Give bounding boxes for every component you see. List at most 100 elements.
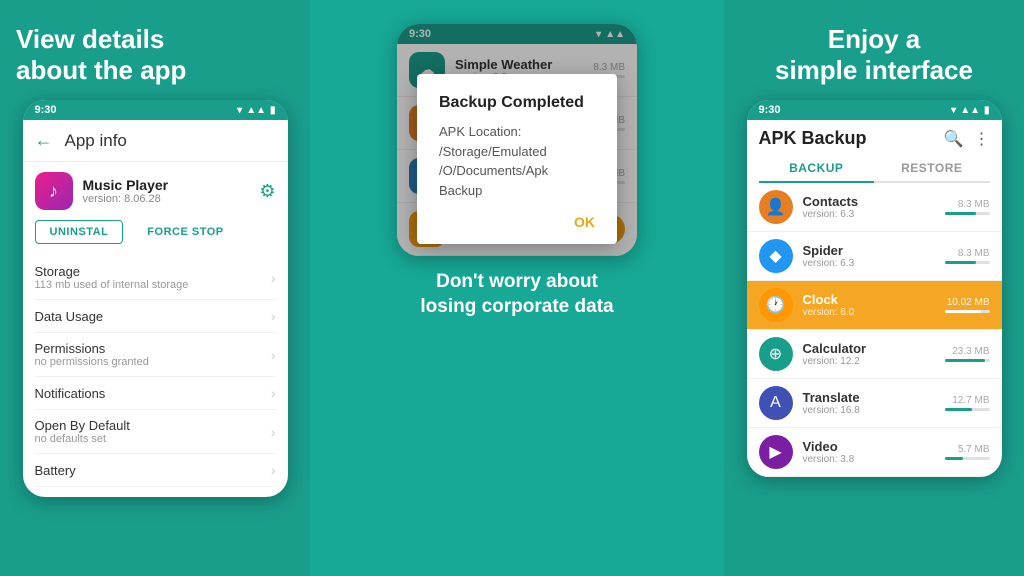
right-status-icons: ▾ ▲▲ ▮ [951,105,989,116]
more-options-icon[interactable]: ⋮ [974,129,990,149]
backup-icon: ◆ [759,239,793,273]
size-bar-wrap: 5.7 MB [945,444,990,460]
mini-bar [945,310,990,313]
app-version: version: 8.06.28 [83,193,169,205]
tab-bar: BACKUP RESTORE [759,155,990,183]
right-signal-icon: ▲▲ [960,105,980,116]
size-bar-wrap: 8.3 MB [945,199,990,215]
dialog-body: APK Location: /Storage/Emulated /O/Docum… [439,122,595,200]
info-row[interactable]: Storage 113 mb used of internal storage … [35,256,276,300]
mini-bar [945,408,990,411]
backup-info: Translate version: 16.8 [803,390,935,416]
wifi-icon: ▾ [237,105,242,116]
backup-icon: 👤 [759,190,793,224]
backup-info: Spider version: 6.3 [803,243,935,269]
size-label: 8.3 MB [945,248,990,259]
app-info-title: App info [65,131,127,151]
info-label: Notifications [35,386,106,401]
info-rows: Storage 113 mb used of internal storage … [35,256,276,487]
app-info-content: ♪ Music Player version: 8.06.28 ⚙ UNINST… [23,162,288,497]
info-label: Battery [35,463,76,478]
size-bar-wrap: 23.3 MB [945,346,990,362]
backup-info: Video version: 3.8 [803,439,935,465]
right-headline: Enjoy a simple interface [740,24,1008,86]
backup-version: version: 16.8 [803,405,935,416]
settings-icon[interactable]: ⚙ [259,181,275,202]
backup-item[interactable]: A Translate version: 16.8 12.7 MB [747,379,1002,428]
middle-top-line: Don't worry about [420,270,613,295]
info-label: Permissions [35,341,149,356]
info-row[interactable]: Battery › [35,454,276,487]
info-row[interactable]: Notifications › [35,377,276,410]
info-label: Storage [35,264,189,279]
backup-item[interactable]: ▶ Video version: 3.8 5.7 MB [747,428,1002,477]
battery-icon: ▮ [270,105,276,116]
mini-bar-fill [945,261,977,264]
left-status-bar: 9:30 ▾ ▲▲ ▮ [23,100,288,120]
app-name-block: Music Player version: 8.06.28 [83,177,169,205]
left-section: View details about the app 9:30 ▾ ▲▲ ▮ ←… [0,0,310,576]
backup-name: Calculator [803,341,935,356]
size-bar-wrap: 10.02 MB [945,297,990,313]
size-bar-wrap: 12.7 MB [945,395,990,411]
backup-version: version: 6.0 [803,307,935,318]
backup-version: version: 6.3 [803,258,935,269]
mini-bar-fill [945,310,981,313]
info-row-content: Notifications [35,386,106,401]
backup-icon: ⊕ [759,337,793,371]
backup-item[interactable]: ◆ Spider version: 6.3 8.3 MB [747,232,1002,281]
right-wifi-icon: ▾ [951,105,956,116]
app-row: ♪ Music Player version: 8.06.28 ⚙ [35,172,276,210]
info-sub: 113 mb used of internal storage [35,279,189,291]
backup-version: version: 6.3 [803,209,935,220]
right-phone: 9:30 ▾ ▲▲ ▮ APK Backup 🔍 ⋮ BACKUP RESTOR… [747,100,1002,477]
mini-bar [945,457,990,460]
middle-bottom-line: losing corporate data [420,295,613,320]
info-row[interactable]: Open By Default no defaults set › [35,410,276,454]
chevron-right-icon: › [271,308,276,324]
backup-item[interactable]: 🕐 Clock version: 6.0 10.02 MB [747,281,1002,330]
backup-item[interactable]: ⊕ Calculator version: 12.2 23.3 MB [747,330,1002,379]
dialog-overlay: Backup Completed APK Location: /Storage/… [397,24,637,256]
tab-restore[interactable]: RESTORE [874,155,990,181]
size-label: 12.7 MB [945,395,990,406]
backup-name: Translate [803,390,935,405]
left-status-icons: ▾ ▲▲ ▮ [237,105,275,116]
signal-icon: ▲▲ [246,105,266,116]
info-row[interactable]: Data Usage › [35,300,276,333]
tab-backup[interactable]: BACKUP [759,155,875,183]
back-button[interactable]: ← [35,130,53,151]
backup-info: Contacts version: 6.3 [803,194,935,220]
info-row-content: Data Usage [35,309,104,324]
info-sub: no defaults set [35,433,130,445]
force-stop-button[interactable]: FORCE STOP [133,220,237,244]
info-row-content: Battery [35,463,76,478]
apk-title-row: APK Backup 🔍 ⋮ [759,128,990,149]
size-label: 5.7 MB [945,444,990,455]
size-label: 8.3 MB [945,199,990,210]
mini-bar-fill [945,212,977,215]
app-info-header: ← App info [23,120,288,162]
mini-bar-fill [945,359,986,362]
info-row-content: Permissions no permissions granted [35,341,149,368]
info-row[interactable]: Permissions no permissions granted › [35,333,276,377]
dialog-buttons: OK [439,214,595,230]
dialog-ok-button[interactable]: OK [574,214,595,230]
middle-bottom-text: Don't worry about losing corporate data [420,270,613,319]
dialog-title: Backup Completed [439,94,595,112]
uninstall-button[interactable]: UNINSTAL [35,220,124,244]
backup-list: 👤 Contacts version: 6.3 8.3 MB ◆ Spider … [747,183,1002,477]
left-headline: View details about the app [16,24,294,86]
info-sub: no permissions granted [35,356,149,368]
backup-icon: ▶ [759,435,793,469]
chevron-right-icon: › [271,270,276,286]
chevron-right-icon: › [271,462,276,478]
size-label: 23.3 MB [945,346,990,357]
backup-item[interactable]: 👤 Contacts version: 6.3 8.3 MB [747,183,1002,232]
mini-bar [945,212,990,215]
backup-icon: A [759,386,793,420]
mini-bar [945,359,990,362]
search-icon[interactable]: 🔍 [944,129,964,149]
left-status-time: 9:30 [35,104,57,116]
app-name: Music Player [83,177,169,193]
